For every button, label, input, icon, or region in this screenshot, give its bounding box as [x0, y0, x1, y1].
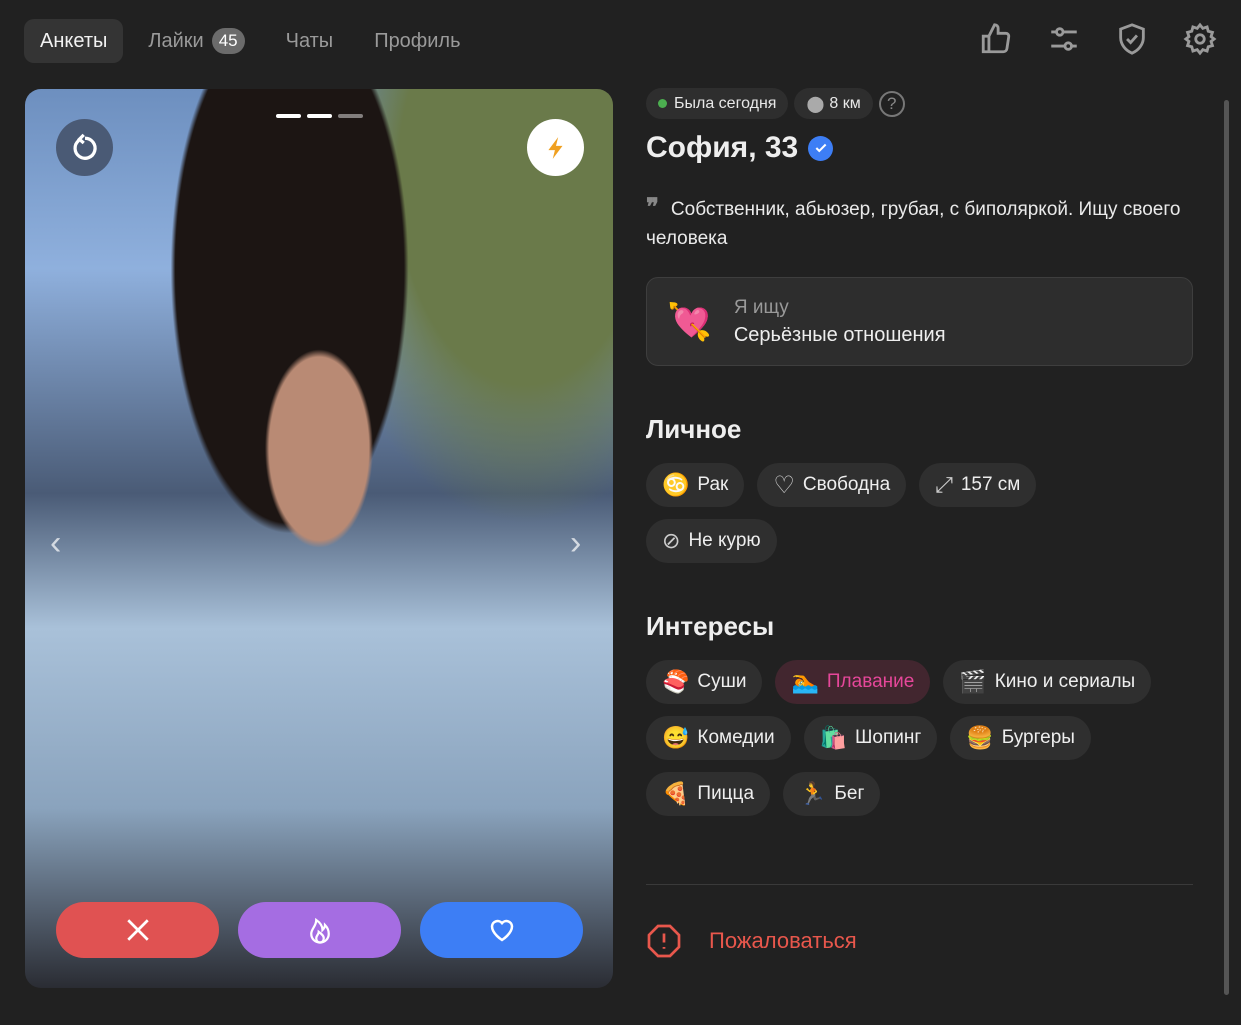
interest-chip: 🍔 Бургеры [950, 716, 1091, 760]
tab-ankety[interactable]: Анкеты [24, 19, 124, 63]
photo-dot[interactable] [338, 114, 363, 118]
dislike-button[interactable] [56, 902, 219, 958]
chip-label: Рак [697, 474, 729, 495]
zodiac-icon: ♋ [662, 472, 690, 497]
quote-icon: ❞ [646, 194, 659, 221]
sushi-icon: 🍣 [662, 669, 690, 694]
runner-icon: 🏃 [799, 781, 827, 806]
interest-chip: 🎬 Кино и сериалы [943, 660, 1152, 704]
tab-label: Анкеты [40, 29, 108, 52]
chip-label: Не курю [688, 530, 761, 551]
shield-check-icon[interactable] [1115, 22, 1149, 56]
likes-count-badge: 45 [211, 28, 245, 54]
chip-label: Плавание [826, 671, 915, 692]
boost-button[interactable] [527, 119, 584, 176]
photo-dot[interactable] [307, 114, 332, 118]
seeking-card: 💘 Я ищу Серьёзные отношения [646, 277, 1193, 366]
profile-details: Была сегодня ⬤ 8 км ? София, 33 ❞ Собствен… [646, 88, 1193, 959]
shopping-bags-icon: 🛍️ [819, 725, 847, 750]
profile-name: София, 33 [646, 131, 1193, 165]
location-pin-icon: ⬤ [806, 95, 825, 113]
chip-label: Пицца [697, 783, 755, 804]
heart-arrow-icon: 💘 [667, 300, 712, 342]
heart-outline-icon: ♡ [773, 471, 795, 499]
report-button[interactable]: Пожаловаться [646, 923, 1193, 959]
bio-text: Собственник, абьюзер, грубая, с биполярк… [646, 199, 1181, 249]
chip-label: Бургеры [1001, 727, 1075, 748]
next-photo-arrow[interactable]: › [570, 524, 581, 563]
distance-badge: ⬤ 8 км [794, 88, 873, 119]
chip-label: 157 см [960, 474, 1021, 495]
personal-chips: ♋ Рак ♡ Свободна ⤢ 157 см ⊘ Не курю [646, 463, 1086, 563]
photo-dot[interactable] [276, 114, 301, 118]
scrollbar[interactable] [1224, 100, 1229, 995]
warning-octagon-icon [647, 924, 681, 958]
tab-profile[interactable]: Профиль [358, 19, 476, 63]
like-button[interactable] [420, 902, 583, 958]
gear-icon[interactable] [1183, 22, 1217, 56]
online-dot-icon [658, 99, 667, 108]
seeking-value: Серьёзные отношения [733, 323, 946, 346]
status-text: Была сегодня [674, 94, 777, 112]
clapper-icon: 🎬 [959, 669, 987, 694]
online-status-badge: Была сегодня [646, 88, 789, 119]
chip-label: Кино и сериалы [994, 671, 1136, 692]
smile-sweat-icon: 😅 [662, 725, 690, 750]
interest-chip: 🛍️ Шопинг [803, 716, 938, 760]
chip-relationship: ♡ Свободна [757, 463, 907, 507]
interest-chip-common: 🏊 Плавание [775, 660, 931, 704]
burger-icon: 🍔 [966, 725, 994, 750]
action-buttons [56, 902, 583, 958]
profile-photo[interactable]: ‹ › [25, 89, 613, 988]
superlike-button[interactable] [238, 902, 401, 958]
prev-photo-arrow[interactable]: ‹ [50, 524, 61, 563]
interest-chip: 🍣 Суши [646, 660, 763, 704]
chip-label: Свободна [802, 474, 891, 495]
tab-label: Профиль [374, 29, 461, 52]
interests-heading: Интересы [646, 611, 775, 641]
verified-icon [808, 135, 834, 161]
pizza-icon: 🍕 [662, 781, 690, 806]
swimming-icon: 🏊 [791, 669, 819, 694]
photo-indicators [276, 114, 363, 118]
tab-likes[interactable]: Лайки 45 [132, 19, 260, 63]
undo-button[interactable] [56, 119, 113, 176]
chip-label: Шопинг [854, 727, 922, 748]
interest-chips: 🍣 Суши 🏊 Плавание 🎬 Кино и сериалы 😅 Комедии… [646, 660, 1166, 816]
divider [646, 884, 1193, 885]
chip-zodiac: ♋ Рак [646, 463, 745, 507]
undo-icon [73, 133, 97, 160]
thumbs-up-icon[interactable] [979, 22, 1013, 56]
interest-chip: 🍕 Пицца [646, 772, 771, 816]
height-icon: ⤢ [935, 472, 953, 497]
tab-label: Чаты [285, 29, 334, 52]
no-smoking-icon: ⊘ [662, 528, 681, 553]
flame-icon [309, 917, 330, 944]
chip-smoking: ⊘ Не курю [646, 519, 777, 563]
report-label: Пожаловаться [709, 928, 857, 953]
name-age: София, 33 [646, 131, 799, 164]
chip-label: Суши [697, 671, 747, 692]
sliders-icon[interactable] [1047, 22, 1081, 56]
heart-icon [490, 919, 513, 942]
personal-heading: Личное [646, 414, 742, 444]
chip-label: Бег [834, 783, 865, 804]
nav-tabs: Анкеты Лайки 45 Чаты Профиль [24, 19, 486, 63]
tab-label: Лайки [148, 29, 204, 52]
distance-text: 8 км [829, 94, 861, 112]
interest-chip: 😅 Комедии [646, 716, 791, 760]
close-icon [126, 919, 149, 941]
toolbar [979, 22, 1217, 56]
interest-chip: 🏃 Бег [783, 772, 881, 816]
seeking-label: Я ищу [733, 296, 789, 318]
tab-chats[interactable]: Чаты [270, 19, 350, 63]
bio: ❞ Собственник, абьюзер, грубая, с биполяр… [646, 193, 1193, 253]
chip-height: ⤢ 157 см [919, 463, 1037, 507]
help-icon[interactable]: ? [878, 90, 905, 117]
lightning-icon [547, 136, 562, 159]
chip-label: Комедии [697, 727, 775, 748]
